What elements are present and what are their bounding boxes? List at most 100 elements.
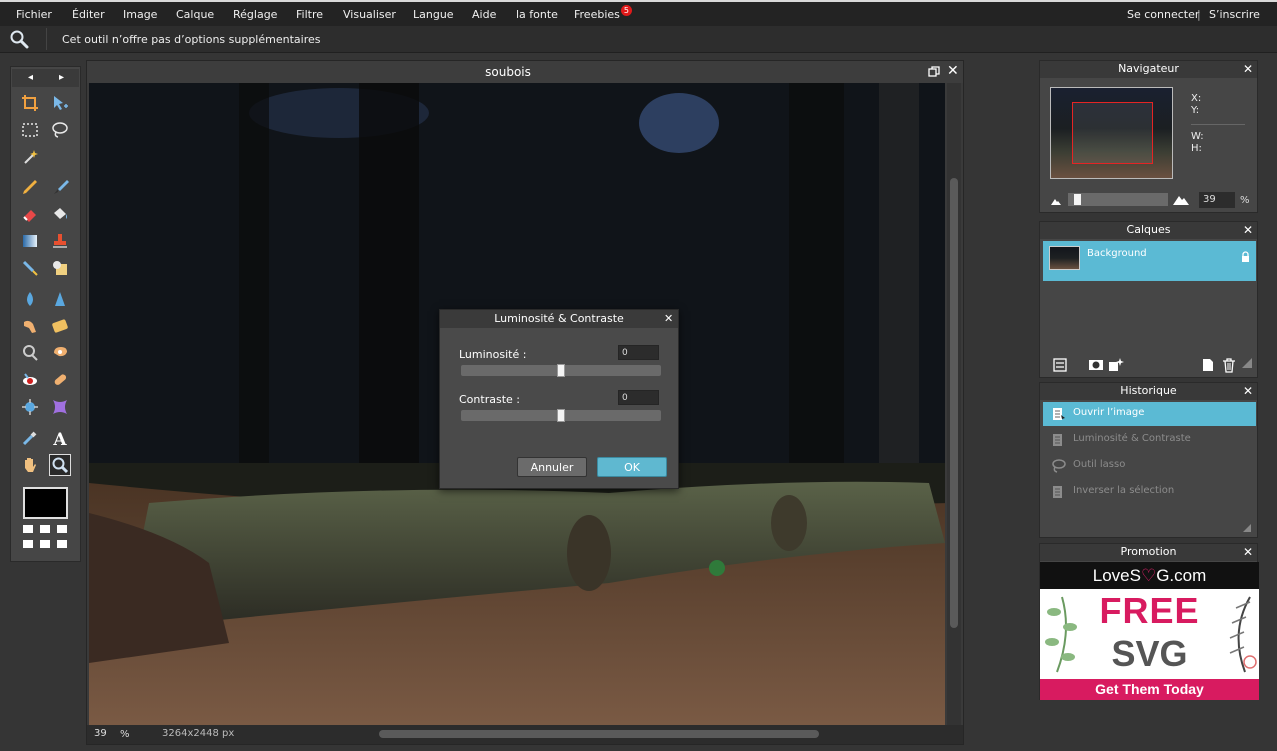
dialog-title[interactable]: Luminosité & Contraste	[440, 310, 678, 328]
dialog-close-icon[interactable]: ✕	[664, 312, 673, 325]
history-item[interactable]: Ouvrir l’image	[1043, 402, 1256, 426]
brightness-label: Luminosité :	[459, 348, 527, 361]
delete-layer-icon[interactable]	[1221, 357, 1237, 373]
layer-row[interactable]: Background	[1043, 241, 1256, 281]
zoom-level[interactable]: 39	[94, 728, 107, 739]
toolbox: ◂ ▸ A	[10, 66, 81, 562]
brightness-slider[interactable]	[461, 364, 661, 377]
horizontal-scrollbar-thumb[interactable]	[379, 730, 819, 738]
stamp-tool-icon[interactable]	[49, 230, 71, 252]
color-replace-tool-icon[interactable]	[19, 257, 41, 279]
lasso-tool-icon[interactable]	[49, 119, 71, 141]
red-eye-tool-icon[interactable]	[19, 369, 41, 391]
navigator-title[interactable]: Navigateur	[1040, 61, 1257, 78]
gradient-tool-icon[interactable]	[19, 230, 41, 252]
zoom-tool-icon[interactable]	[49, 454, 71, 476]
navigator-viewport-box[interactable]	[1072, 102, 1153, 164]
sponge-tool-icon[interactable]	[49, 315, 71, 337]
menu-la-fonte[interactable]: la fonte	[516, 8, 558, 21]
promotion-close-icon[interactable]: ✕	[1243, 545, 1253, 559]
pinch-tool-icon[interactable]	[49, 396, 71, 418]
menu-filtre[interactable]: Filtre	[296, 8, 323, 21]
menu-freebies[interactable]: Freebies 5	[574, 5, 632, 21]
vertical-scrollbar[interactable]	[947, 83, 961, 725]
blur-tool-icon[interactable]	[19, 288, 41, 310]
magic-wand-tool-icon[interactable]	[19, 146, 41, 168]
navigator-zoom-handle[interactable]	[1074, 194, 1081, 205]
layer-mask-icon[interactable]	[1088, 357, 1104, 373]
promotion-ad[interactable]: LoveS♡G.com FREE SVG Get Them Today	[1040, 562, 1259, 700]
burn-tool-icon[interactable]	[49, 342, 71, 364]
history-item[interactable]: Luminosité & Contraste	[1043, 428, 1256, 452]
menu-visualiser[interactable]: Visualiser	[343, 8, 396, 21]
menu-image[interactable]: Image	[123, 8, 157, 21]
menu-aide[interactable]: Aide	[472, 8, 496, 21]
options-divider	[46, 28, 47, 50]
menu-editer[interactable]: Éditer	[72, 8, 105, 21]
horizontal-scrollbar[interactable]	[259, 727, 949, 741]
brightness-slider-handle[interactable]	[557, 364, 565, 377]
contrast-input[interactable]	[618, 390, 659, 405]
history-item[interactable]: Inverser la sélection	[1043, 480, 1256, 504]
sharpen-tool-icon[interactable]	[49, 288, 71, 310]
ad-brand-post: G.com	[1156, 566, 1207, 585]
menu-fichier[interactable]: Fichier	[16, 8, 52, 21]
cancel-button[interactable]: Annuler	[517, 457, 587, 477]
color-picker-tool-icon[interactable]	[19, 427, 41, 449]
hand-tool-icon[interactable]	[19, 454, 41, 476]
image-dimensions: 3264x2448 px	[162, 728, 235, 739]
spot-heal-tool-icon[interactable]	[49, 369, 71, 391]
eraser-tool-icon[interactable]	[19, 203, 41, 225]
layer-styles-icon[interactable]	[1108, 357, 1124, 373]
layers-panel: Calques ✕ Background	[1039, 221, 1258, 378]
contrast-slider[interactable]	[461, 409, 661, 422]
restore-window-icon[interactable]	[928, 66, 940, 78]
smudge-tool-icon[interactable]	[19, 315, 41, 337]
contrast-slider-handle[interactable]	[557, 409, 565, 422]
resize-handle-icon[interactable]	[1241, 357, 1257, 373]
login-link[interactable]: Se connecter	[1127, 8, 1199, 21]
options-bar: Cet outil n’offre pas d’options suppléme…	[0, 26, 1277, 53]
history-close-icon[interactable]: ✕	[1243, 384, 1253, 398]
signup-link[interactable]: S’inscrire	[1209, 8, 1260, 21]
brightness-input[interactable]	[618, 345, 659, 360]
navigator-zoom-input[interactable]: 39	[1199, 192, 1235, 208]
drawing-tool-icon[interactable]	[49, 257, 71, 279]
text-tool-icon[interactable]: A	[49, 427, 71, 449]
zoom-in-mountain-icon[interactable]	[1172, 194, 1190, 206]
brush-tool-icon[interactable]	[49, 176, 71, 198]
menu-langue[interactable]: Langue	[413, 8, 454, 21]
menu-calque[interactable]: Calque	[176, 8, 214, 21]
menu-freebies-label: Freebies	[574, 8, 620, 21]
navigator-thumbnail[interactable]	[1050, 87, 1173, 179]
toolbox-collapse-left-icon[interactable]: ◂	[28, 72, 33, 83]
foreground-color-swatch[interactable]	[23, 487, 68, 519]
close-image-window-icon[interactable]: ✕	[947, 63, 959, 79]
navigator-zoom-slider[interactable]	[1068, 193, 1168, 206]
history-title[interactable]: Historique	[1040, 383, 1257, 400]
ok-button[interactable]: OK	[597, 457, 667, 477]
options-message: Cet outil n’offre pas d’options suppléme…	[62, 33, 321, 46]
dodge-tool-icon[interactable]	[19, 342, 41, 364]
bucket-tool-icon[interactable]	[49, 203, 71, 225]
layer-settings-icon[interactable]	[1052, 357, 1068, 373]
rect-select-tool-icon[interactable]	[19, 119, 41, 141]
layers-close-icon[interactable]: ✕	[1243, 223, 1253, 237]
resize-handle-icon[interactable]	[1242, 523, 1252, 533]
bloat-tool-icon[interactable]	[19, 396, 41, 418]
vertical-scrollbar-thumb[interactable]	[950, 178, 958, 628]
toolbox-expand-right-icon[interactable]: ▸	[59, 72, 64, 83]
ad-cta-button[interactable]: Get Them Today	[1040, 679, 1259, 700]
history-item[interactable]: Outil lasso	[1043, 454, 1256, 478]
image-window-titlebar[interactable]: soubois ✕	[87, 61, 963, 83]
navigator-close-icon[interactable]: ✕	[1243, 62, 1253, 76]
menu-reglage[interactable]: Réglage	[233, 8, 277, 21]
pencil-tool-icon[interactable]	[19, 176, 41, 198]
new-layer-icon[interactable]	[1200, 357, 1216, 373]
grid-view-icon[interactable]	[23, 525, 69, 551]
crop-tool-icon[interactable]	[19, 92, 41, 114]
layers-title[interactable]: Calques	[1040, 222, 1257, 239]
zoom-out-mountain-icon[interactable]	[1050, 196, 1062, 206]
document-icon	[1051, 432, 1067, 448]
move-tool-icon[interactable]	[49, 92, 71, 114]
